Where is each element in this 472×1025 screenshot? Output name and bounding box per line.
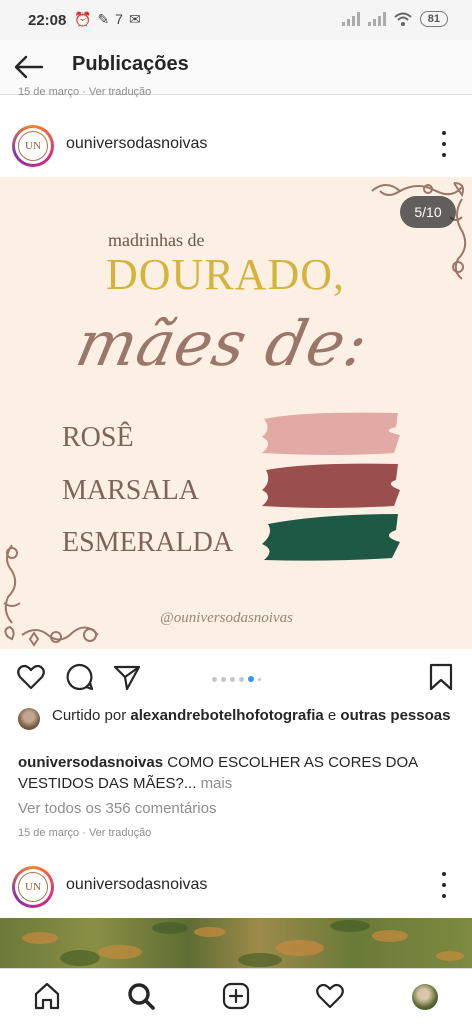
alarm-icon: ⏰ [74, 11, 92, 27]
page-title: Publicações [72, 53, 189, 75]
post-image[interactable]: madrinhas de DOURADO, mães de: ROSÊ MARS… [0, 177, 472, 649]
heart-icon[interactable] [16, 662, 46, 692]
swatch-esmeralda [262, 514, 400, 561]
comment-icon[interactable] [64, 662, 94, 692]
foliage-texture [22, 920, 464, 967]
image-text-dourado: DOURADO, [106, 250, 345, 299]
post-caption: ouniversodasnoivas COMO ESCOLHER AS CORE… [18, 752, 458, 794]
post-date: 15 de março [18, 827, 80, 839]
liked-by-prefix: Curtido por [52, 707, 127, 724]
more-options-icon[interactable] [440, 131, 448, 157]
back-arrow-icon[interactable] [12, 50, 46, 84]
signal-icon [341, 12, 360, 26]
activity-heart-icon[interactable] [315, 981, 345, 1011]
avatar-logo: UN [18, 131, 48, 161]
view-comments-link[interactable]: Ver todos os 356 comentários [18, 800, 216, 817]
ornament-top-right-icon [371, 182, 467, 280]
image-text-maes: mães de: [70, 307, 376, 380]
image-counter-badge: 5/10 [400, 196, 456, 228]
mail-icon: ✉ [128, 11, 141, 27]
carousel-indicator [212, 676, 261, 682]
system-icons: 81 [341, 11, 448, 27]
next-post-header: UN ouniversodasnoivas [0, 858, 472, 914]
avatar[interactable]: UN [12, 125, 54, 167]
color-label-rose: ROSÊ [62, 422, 134, 453]
post-header: UN ouniversodasnoivas [0, 117, 472, 173]
next-post-username[interactable]: ouniversodasnoivas [66, 876, 207, 894]
caption-more-link[interactable]: mais [201, 775, 233, 792]
next-more-options-icon[interactable] [440, 872, 448, 898]
liked-by-and: e [327, 707, 337, 724]
liked-by-others[interactable]: outras pessoas [340, 707, 450, 724]
color-label-marsala: MARSALA [62, 475, 199, 506]
home-icon[interactable] [32, 981, 62, 1011]
swatch-rose [262, 412, 400, 455]
profile-avatar[interactable] [412, 984, 438, 1010]
translate-link[interactable]: Ver tradução [89, 827, 151, 839]
liker-avatar [18, 708, 40, 730]
new-post-icon[interactable] [221, 981, 251, 1011]
battery-indicator: 81 [419, 11, 448, 27]
image-text-madrinhas: madrinhas de [108, 230, 205, 250]
status-time: 22:08 [28, 12, 67, 29]
search-icon[interactable] [126, 981, 156, 1011]
post-actions [0, 656, 472, 700]
seven-icon: 7 [115, 11, 123, 27]
liked-by-user[interactable]: alexandrebotelhofotografia [130, 707, 323, 724]
previous-post-meta: 15 de março · Ver tradução [18, 86, 152, 98]
next-post-avatar[interactable]: UN [12, 866, 54, 908]
status-bar: 22:08 ⏰ ✎ 7 ✉ 81 [0, 0, 472, 40]
share-icon[interactable] [112, 662, 142, 692]
swatch-marsala [262, 463, 400, 508]
next-avatar-logo: UN [18, 872, 48, 902]
signal-icon-2 [367, 12, 386, 26]
color-label-esmeralda: ESMERALDA [62, 527, 234, 558]
next-post-image[interactable] [0, 918, 472, 968]
pen-icon: ✎ [97, 11, 110, 27]
image-text-handle: @ouniversodasnoivas [160, 610, 293, 626]
post-date-line: 15 de março · Ver tradução [18, 827, 152, 839]
post-username[interactable]: ouniversodasnoivas [66, 135, 207, 153]
bookmark-icon[interactable] [426, 662, 456, 692]
notification-icons: ⏰ ✎ 7 ✉ [74, 11, 141, 28]
caption-username[interactable]: ouniversodasnoivas [18, 754, 163, 771]
wifi-icon [394, 12, 412, 26]
bottom-nav [0, 968, 472, 1025]
